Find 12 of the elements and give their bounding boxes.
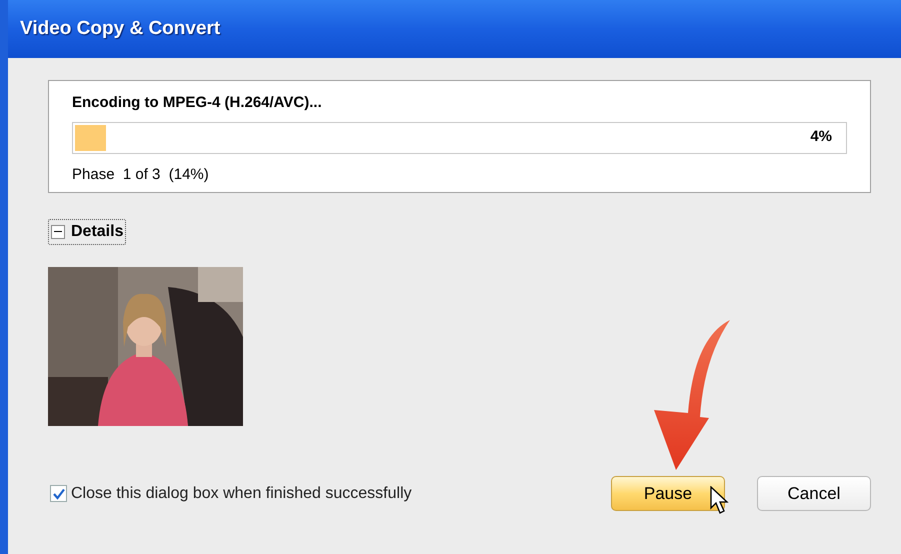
cancel-button[interactable]: Cancel bbox=[757, 476, 871, 511]
close-checkbox-row[interactable]: Close this dialog box when finished successfully bbox=[50, 482, 412, 506]
progress-heading: Encoding to MPEG-4 (H.264/AVC)... bbox=[72, 93, 323, 113]
pause-button[interactable]: Pause bbox=[611, 476, 725, 511]
cursor-icon bbox=[710, 486, 730, 516]
check-icon bbox=[52, 488, 64, 500]
details-toggle[interactable]: Details bbox=[48, 219, 126, 245]
window-title: Video Copy & Convert bbox=[20, 16, 220, 41]
phase-text: Phase 1 of 3 (14%) bbox=[72, 164, 210, 184]
checkbox[interactable] bbox=[50, 485, 67, 502]
progress-percent: 4% bbox=[810, 127, 832, 148]
minus-icon bbox=[51, 225, 65, 239]
